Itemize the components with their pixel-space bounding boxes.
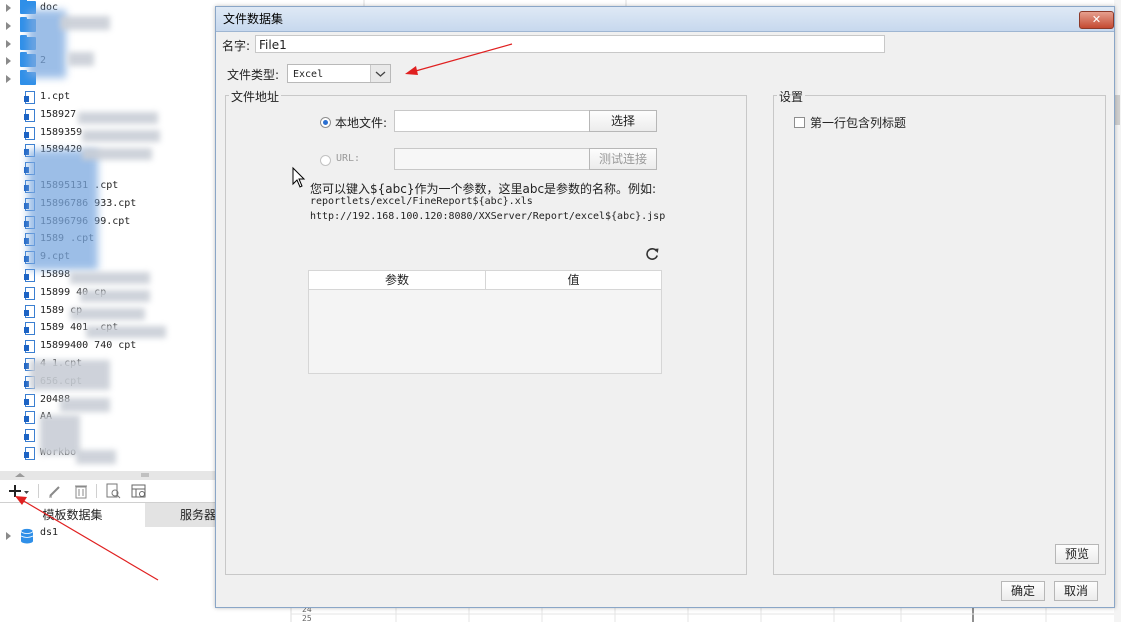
dataset-settings-button[interactable]: [130, 482, 148, 500]
tree-file-label: 158927: [40, 108, 77, 120]
file-dataset-dialog: 文件数据集 ✕ 名字: File1 文件类型: Excel 文件地址 本地文件:…: [215, 6, 1115, 608]
blurred-region: [70, 272, 150, 284]
blurred-region: [30, 360, 110, 390]
file-type-label: 文件类型:: [227, 68, 280, 82]
tree-file-label: 15899400 740 cpt: [40, 340, 137, 352]
blurred-region: [80, 290, 150, 302]
url-radio[interactable]: [320, 155, 331, 166]
template-file-icon: [24, 322, 35, 336]
expand-arrow-icon[interactable]: [6, 75, 11, 84]
delete-dataset-button[interactable]: [72, 482, 90, 500]
file-type-select[interactable]: Excel: [287, 64, 391, 83]
pencil-icon: [49, 486, 60, 498]
blurred-region: [60, 16, 110, 30]
close-button[interactable]: ✕: [1079, 11, 1114, 29]
dialog-titlebar[interactable]: 文件数据集 ✕: [216, 7, 1114, 32]
blurred-region: [86, 326, 166, 338]
blurred-region: [40, 415, 80, 455]
tree-file[interactable]: 15899400 740 cpt: [0, 337, 216, 355]
url-input[interactable]: [394, 148, 590, 170]
add-dataset-button[interactable]: [6, 482, 29, 500]
settings-group: 设置 第一行包含列标题 预览: [773, 88, 1106, 575]
hint-example-path: reportlets/excel/FineReport${abc}.xls: [310, 196, 533, 207]
cancel-button[interactable]: 取消: [1054, 581, 1098, 601]
template-file-icon: [24, 411, 35, 425]
first-row-header-checkbox[interactable]: [794, 117, 805, 128]
parameter-table-header: 参数 值: [309, 271, 661, 290]
blurred-region: [82, 130, 160, 142]
template-file-icon: [24, 126, 35, 140]
edit-dataset-button[interactable]: [46, 482, 64, 500]
tab-template-datasets[interactable]: 模板数据集: [0, 503, 145, 527]
blurred-region: [76, 450, 116, 464]
tree-file-label: 1589359: [40, 126, 83, 138]
file-address-group-title: 文件地址: [229, 88, 282, 105]
parameter-hint: 您可以键入${abc}作为一个参数，这里abc是参数的名称。例如:: [310, 182, 657, 196]
dialog-title: 文件数据集: [223, 12, 284, 26]
settings-group-title: 设置: [777, 88, 806, 105]
expand-arrow-icon[interactable]: [6, 21, 11, 30]
ok-button[interactable]: 确定: [1001, 581, 1045, 601]
tree-file[interactable]: [0, 426, 216, 444]
url-label: URL:: [336, 153, 361, 164]
tree-file[interactable]: 1.cpt: [0, 88, 216, 106]
local-file-label: 本地文件:: [335, 116, 388, 130]
hint-example-url: http://192.168.100.120:8080/XXServer/Rep…: [310, 211, 666, 222]
blurred-region: [28, 150, 98, 270]
template-file-icon: [24, 108, 35, 122]
blurred-region: [70, 308, 145, 320]
choose-file-button[interactable]: 选择: [589, 110, 657, 132]
template-tree-panel: doc21.cpt1589271589359158942015895131 .c…: [0, 0, 216, 622]
name-label: 名字:: [222, 39, 251, 53]
expand-arrow-icon[interactable]: [6, 532, 11, 540]
expand-arrow-icon[interactable]: [6, 57, 11, 66]
template-file-icon: [24, 447, 35, 460]
close-icon: ✕: [1091, 13, 1102, 26]
database-icon: [20, 528, 34, 544]
first-row-header-label: 第一行包含列标题: [810, 116, 907, 130]
table-settings-icon: [131, 484, 146, 498]
local-file-input[interactable]: [394, 110, 590, 132]
local-file-radio[interactable]: [320, 117, 331, 128]
blurred-region: [82, 148, 152, 160]
chevron-down-icon[interactable]: [370, 65, 390, 82]
template-file-icon: [24, 286, 35, 300]
tab-server[interactable]: 服务器: [145, 503, 216, 527]
template-file-icon: [24, 429, 35, 443]
template-file-icon: [24, 304, 35, 318]
test-connection-button[interactable]: 测试连接: [589, 148, 657, 170]
name-input[interactable]: File1: [255, 35, 885, 53]
refresh-icon[interactable]: [644, 246, 660, 262]
parameter-table: 参数 值: [308, 270, 662, 374]
plus-icon: [9, 485, 29, 497]
blurred-region: [68, 52, 94, 66]
preview-button[interactable]: 预览: [1055, 544, 1099, 564]
expand-arrow-icon[interactable]: [6, 39, 11, 48]
preview-dataset-button[interactable]: [104, 482, 122, 500]
dataset-item-ds1[interactable]: ds1: [0, 527, 216, 545]
panel-splitter[interactable]: [0, 471, 216, 480]
column-header-value[interactable]: 值: [486, 271, 661, 289]
expand-arrow-icon[interactable]: [6, 4, 11, 12]
dataset-toolbar: [0, 480, 216, 502]
document-search-icon: [106, 483, 121, 499]
column-header-param[interactable]: 参数: [309, 271, 486, 289]
left-tab-bar: 模板数据集 服务器: [0, 502, 216, 527]
blurred-region: [78, 112, 158, 124]
tree-file-label: 1.cpt: [40, 91, 71, 102]
template-file-icon: [24, 269, 35, 282]
blurred-region: [60, 398, 110, 412]
trash-icon: [75, 485, 87, 499]
template-file-icon: [24, 91, 35, 104]
template-file-icon: [24, 393, 35, 407]
template-file-icon: [24, 340, 35, 354]
